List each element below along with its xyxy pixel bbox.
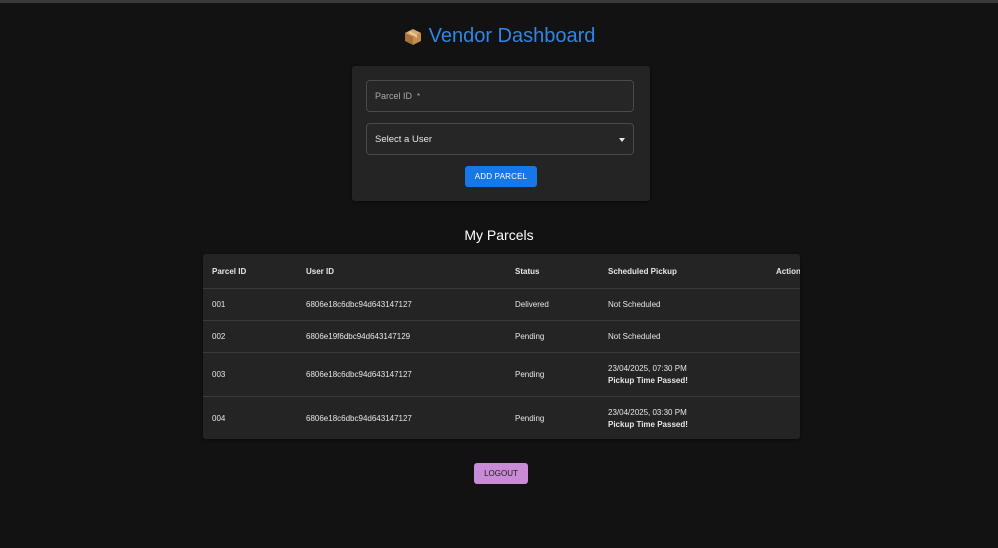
cell-pickup: 23/04/2025, 07:30 PM Pickup Time Passed! <box>599 352 767 397</box>
cell-parcel-id: 003 <box>203 352 297 397</box>
pickup-text: Not Scheduled <box>608 332 661 341</box>
table-row: 004 6806e18c6dbc94d643147127 Pending 23/… <box>203 397 800 440</box>
cell-pickup: Not Scheduled <box>599 320 767 353</box>
parcels-table: Parcel ID User ID Status Scheduled Picku… <box>203 254 800 439</box>
user-select-label: Select a User <box>375 134 433 145</box>
cell-action <box>767 397 800 440</box>
cell-status: Pending <box>506 320 599 353</box>
column-header-user-id: User ID <box>297 254 506 289</box>
pickup-warning: Pickup Time Passed! <box>608 376 688 385</box>
column-header-status: Status <box>506 254 599 289</box>
cell-action <box>767 352 800 397</box>
table-row: 003 6806e18c6dbc94d643147127 Pending 23/… <box>203 352 800 397</box>
cell-pickup: 23/04/2025, 03:30 PM Pickup Time Passed! <box>599 397 767 440</box>
pickup-warning: Pickup Time Passed! <box>608 420 688 429</box>
cell-action <box>767 320 800 353</box>
parcels-table-card: Parcel ID User ID Status Scheduled Picku… <box>203 254 800 439</box>
logout-button[interactable]: LOGOUT <box>474 463 528 484</box>
cell-user-id: 6806e19f6dbc94d643147129 <box>297 320 506 353</box>
required-mark: * <box>417 92 421 101</box>
cell-status: Pending <box>515 414 545 423</box>
table-row: 001 6806e18c6dbc94d643147127 Delivered N… <box>203 288 800 321</box>
vendor-dashboard-page: Vendor Dashboard * Select a User ADD PAR… <box>0 0 998 548</box>
cell-parcel-id: 002 <box>203 320 297 353</box>
cell-status: Pending <box>506 352 599 397</box>
cell-user-id: 6806e18c6dbc94d643147127 <box>306 414 412 423</box>
cell-action <box>767 288 800 321</box>
parcel-id-field[interactable]: * <box>366 80 634 112</box>
pickup-text: 23/04/2025, 07:30 PM <box>608 364 687 373</box>
page-title: Vendor Dashboard <box>0 25 998 48</box>
column-header-action: Action <box>767 254 800 289</box>
column-header-scheduled-pickup: Scheduled Pickup <box>599 254 767 289</box>
chevron-down-icon[interactable] <box>619 138 625 142</box>
add-parcel-form: * Select a User ADD PARCEL <box>352 66 650 201</box>
user-select[interactable]: Select a User <box>366 123 634 155</box>
cell-user-id: 6806e18c6dbc94d643147127 <box>297 352 506 397</box>
my-parcels-title: My Parcels <box>464 227 534 243</box>
pickup-text: Not Scheduled <box>608 300 661 309</box>
column-header-parcel-id: Parcel ID <box>203 254 297 289</box>
cell-parcel-id: 004 <box>212 414 226 423</box>
cell-user-id: 6806e18c6dbc94d643147127 <box>297 288 506 321</box>
cell-status: Delivered <box>506 288 599 321</box>
cell-parcel-id: 001 <box>203 288 297 321</box>
top-border <box>0 0 998 3</box>
add-parcel-button[interactable]: ADD PARCEL <box>465 166 537 187</box>
pickup-text: 23/04/2025, 03:30 PM <box>608 408 687 417</box>
table-row: 002 6806e19f6dbc94d643147129 Pending Not… <box>203 320 800 353</box>
parcel-id-input[interactable] <box>367 81 633 111</box>
table-header-row: Parcel ID User ID Status Scheduled Picku… <box>203 254 800 289</box>
page-title-text: Vendor Dashboard <box>428 25 596 47</box>
package-icon <box>403 27 423 47</box>
cell-pickup: Not Scheduled <box>599 288 767 321</box>
